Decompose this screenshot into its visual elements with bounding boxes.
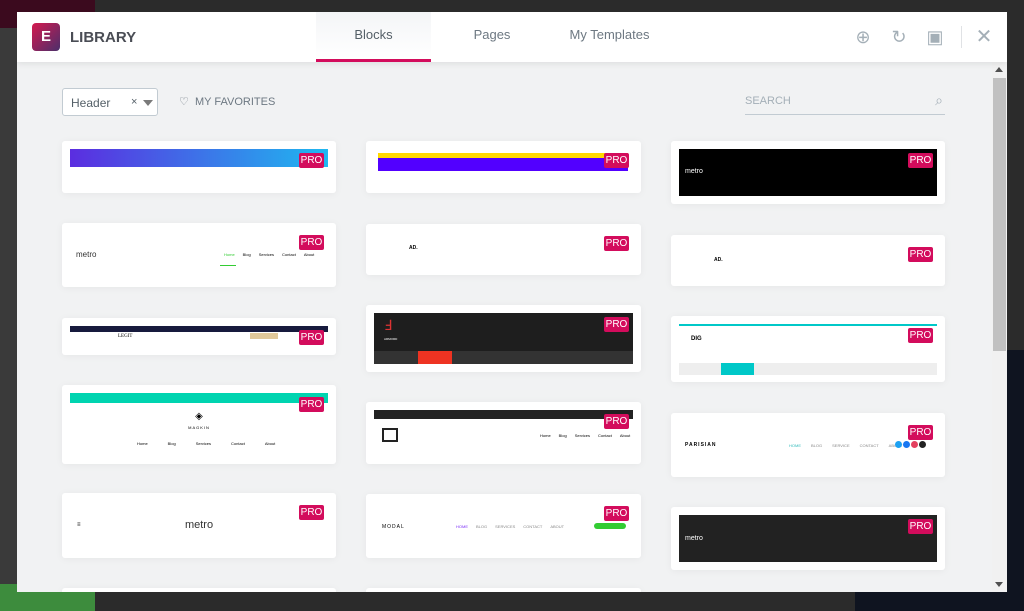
search-placeholder: SEARCH [745,95,791,107]
elementor-logo: E [32,23,60,51]
category-value: Header [71,96,111,110]
preview-logo: PARISIAN [685,442,717,448]
template-card[interactable]: PRO [366,141,641,193]
search-input[interactable]: SEARCH ⌕ [745,90,945,115]
pro-badge: PRO [604,506,629,521]
scrollbar[interactable] [992,62,1007,592]
preview-logo: metro [685,168,703,175]
pro-badge: PRO [604,317,629,332]
pro-badge: PRO [604,153,629,168]
preview-logo: DIG [691,336,702,342]
category-select[interactable]: Header × [62,88,158,116]
save-icon[interactable]: ▣ [924,26,946,48]
scroll-down-icon[interactable] [995,582,1003,587]
chevron-down-icon [143,100,153,106]
library-title: LIBRARY [70,29,137,46]
pro-badge: PRO [299,153,324,168]
pro-badge: PRO [299,235,324,250]
pro-badge: PRO [908,153,933,168]
scrollbar-thumb[interactable] [993,78,1006,351]
preview-logo: MODAL [382,524,405,530]
heart-icon: ♡ [179,96,189,108]
template-library-modal: E LIBRARY Blocks Pages My Templates ⊕ ↻ … [17,12,1007,592]
pro-badge: PRO [908,328,933,343]
template-card[interactable]: PRO metro [671,507,945,570]
pro-badge: PRO [299,397,324,412]
clear-icon[interactable]: × [131,96,137,108]
preview-logo: AD. [409,245,418,251]
template-card[interactable]: PRO LEGIT [62,318,336,355]
template-card[interactable]: PRO [62,141,336,193]
header-divider [961,26,962,48]
scroll-up-icon[interactable] [995,67,1003,72]
close-icon[interactable]: ✕ [973,26,995,48]
preview-logo: AD. [714,257,723,263]
tab-blocks[interactable]: Blocks [316,12,431,62]
template-card[interactable]: PRO metro [671,141,945,204]
template-card[interactable]: PRO Ⅎ ARMORD [366,305,641,372]
tab-my-templates[interactable]: My Templates [557,12,662,62]
preview-logo: LEGIT [118,334,133,339]
template-card[interactable]: PRO metro Home Blog Services Contact About [62,223,336,287]
pro-badge: PRO [299,505,324,520]
my-favorites-filter[interactable]: ♡ MY FAVORITES [179,95,275,108]
preview-logo: metro [184,519,214,531]
preview-logo: metro [685,535,703,542]
upload-icon[interactable]: ⊕ [852,26,874,48]
library-header: E LIBRARY Blocks Pages My Templates ⊕ ↻ … [17,12,1007,62]
template-card[interactable]: PRO ≡ metro [62,493,336,558]
template-card[interactable]: PRO AD. [671,235,945,286]
template-card[interactable]: PRO PARISIAN HOMEBLOGSERVICECONTACTABOUT [671,413,945,477]
pro-badge: PRO [908,519,933,534]
search-icon: ⌕ [935,92,943,108]
template-card[interactable]: PRO MODAL HOME BLOG SERVICES CONTACT ABOUT [366,494,641,558]
favorites-label: MY FAVORITES [195,96,276,108]
template-card[interactable]: PRO AD. [366,224,641,275]
tab-pages[interactable]: Pages [447,12,537,62]
sync-icon[interactable]: ↻ [888,26,910,48]
preview-logo: ARMORD [384,337,398,341]
template-card[interactable]: PRO ◈ MAGKIN Home Blog Services Contact Abou… [62,385,336,464]
template-card[interactable]: PRO Home Blog Services Contact About [366,402,641,464]
template-card[interactable]: PRO DIG [671,316,945,382]
pro-badge: PRO [299,330,324,345]
template-card[interactable] [62,588,336,592]
template-card[interactable] [366,588,641,592]
pro-badge: PRO [908,247,933,262]
pro-badge: PRO [604,236,629,251]
preview-logo: MAGKIN [188,425,210,430]
pro-badge: PRO [908,425,933,440]
pro-badge: PRO [604,414,629,429]
preview-logo: metro [76,250,97,259]
